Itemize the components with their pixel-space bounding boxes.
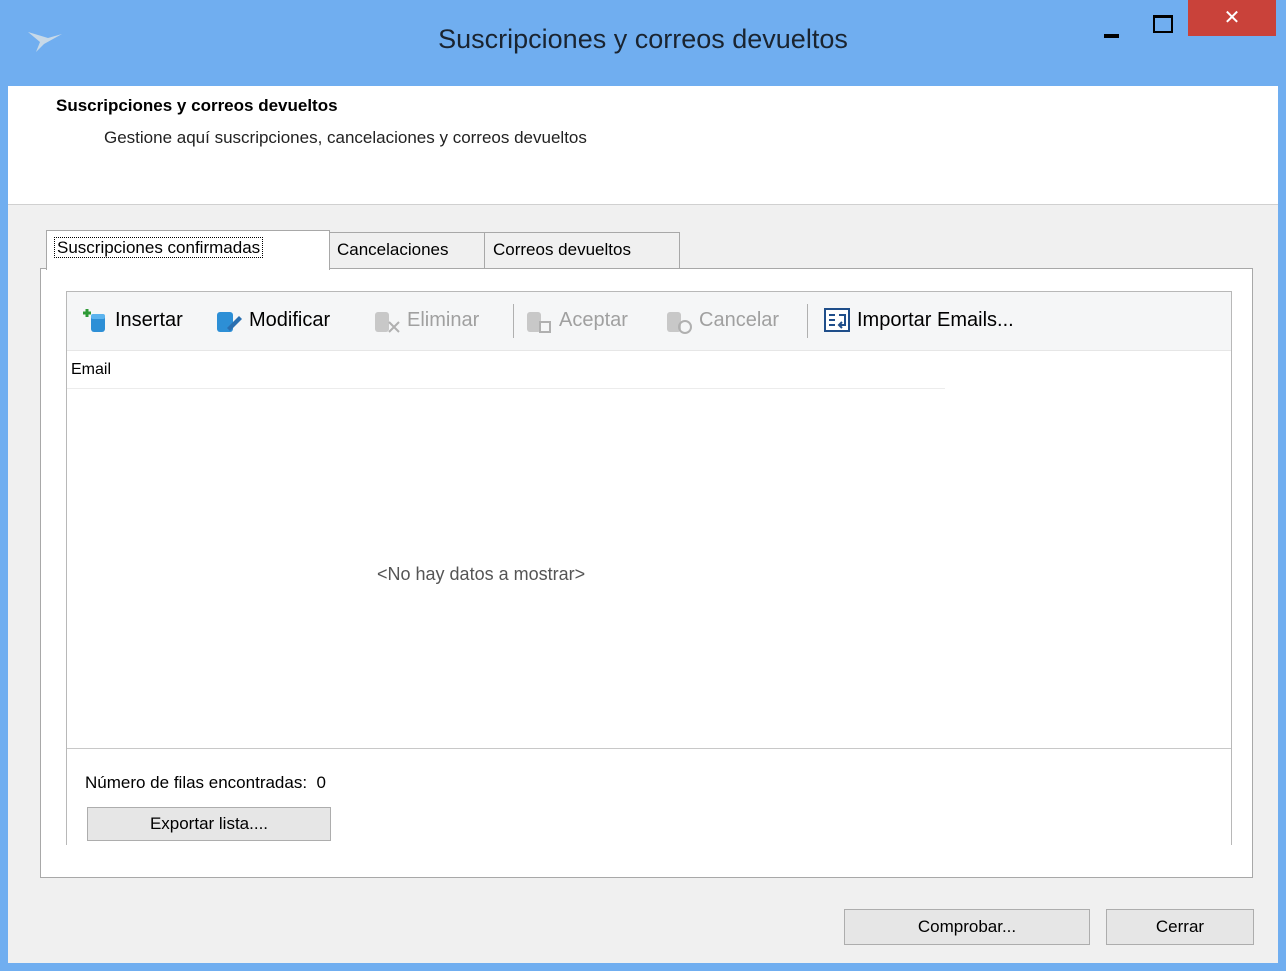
header-panel: Suscripciones y correos devueltos Gestio… (8, 86, 1278, 205)
empty-grid-message: <No hay datos a mostrar> (377, 564, 586, 584)
minimize-button[interactable] (1090, 8, 1136, 44)
tab-label: Suscripciones confirmadas (53, 237, 264, 258)
import-label: Importar Emails... (857, 309, 1014, 331)
tab-cancelaciones[interactable]: Cancelaciones (328, 232, 486, 268)
close-window-button[interactable]: ✕ (1188, 0, 1276, 36)
title-bar[interactable]: Suscripciones y correos devueltos ✕ (0, 0, 1286, 86)
toolbar-separator (513, 304, 514, 338)
grid-footer: Número de filas encontradas: 0 Exportar … (67, 748, 1231, 845)
tab-label: Cancelaciones (337, 240, 449, 259)
insert-label: Insertar (115, 309, 183, 331)
tab-label: Correos devueltos (493, 240, 631, 259)
import-emails-button[interactable]: Importar Emails... (823, 304, 1014, 336)
column-header-email[interactable]: Email (67, 351, 945, 389)
dialog-window: Suscripciones y correos devueltos ✕ Susc… (0, 0, 1286, 971)
modify-label: Modificar (249, 309, 331, 331)
insert-button[interactable]: Insertar (81, 304, 183, 336)
close-button[interactable]: Cerrar (1106, 909, 1254, 945)
header-title: Suscripciones y correos devueltos (56, 96, 338, 115)
accept-button[interactable]: Aceptar (525, 304, 628, 336)
modify-button[interactable]: Modificar (215, 304, 330, 336)
export-list-button[interactable]: Exportar lista.... (87, 807, 331, 841)
tab-correos-devueltos[interactable]: Correos devueltos (484, 232, 680, 268)
save-record-icon (527, 312, 551, 333)
cancel-button[interactable]: Cancelar (665, 304, 779, 336)
delete-button[interactable]: Eliminar (373, 304, 479, 336)
rows-found-count: 0 (316, 773, 326, 792)
rows-found-label: Número de filas encontradas: (85, 773, 308, 792)
header-subtitle: Gestione aquí suscripciones, cancelacion… (104, 128, 587, 147)
grid-toolbar: Insertar Modificar Eliminar Aceptar Canc… (67, 292, 1231, 351)
rows-found-text: Número de filas encontradas: 0 (85, 773, 326, 793)
add-record-icon (83, 309, 105, 332)
cancel-label: Cancelar (699, 309, 780, 331)
cancel-record-icon (667, 312, 692, 334)
email-grid: Insertar Modificar Eliminar Aceptar Canc… (66, 291, 1232, 845)
check-button[interactable]: Comprobar... (844, 909, 1090, 945)
import-icon (824, 308, 850, 332)
accept-label: Aceptar (559, 309, 628, 331)
toolbar-separator (807, 304, 808, 338)
delete-record-icon (375, 312, 400, 333)
edit-record-icon (217, 312, 242, 332)
tab-suscripciones-confirmadas[interactable]: Suscripciones confirmadas (46, 230, 330, 270)
dialog-client-area: Suscripciones y correos devueltos Gestio… (8, 86, 1278, 963)
delete-label: Eliminar (407, 309, 480, 331)
maximize-button[interactable] (1140, 8, 1184, 44)
